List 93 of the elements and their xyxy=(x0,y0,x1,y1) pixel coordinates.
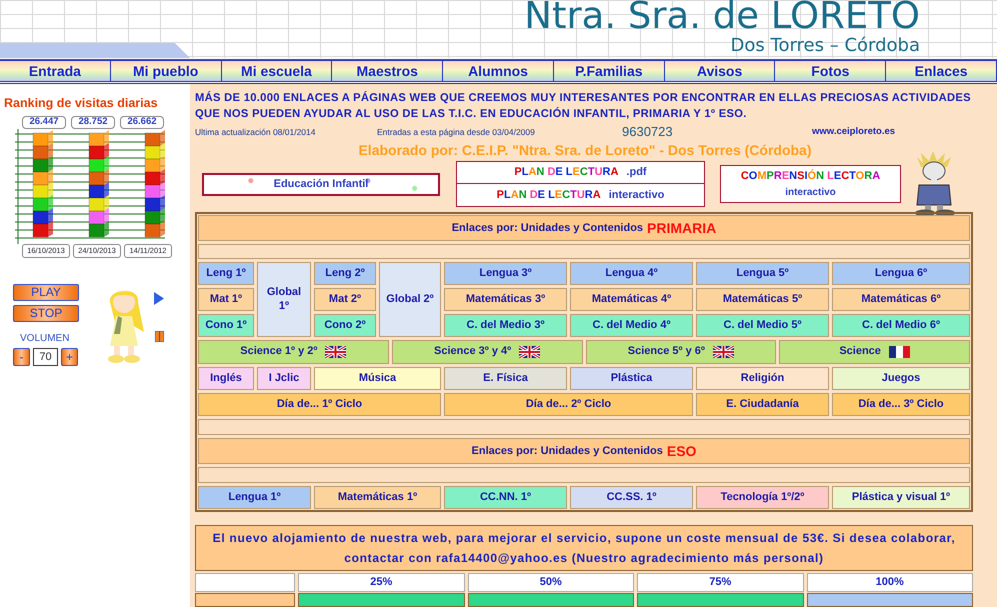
visit-counter: 26.662 xyxy=(120,116,164,129)
link-cell[interactable]: Science xyxy=(779,340,970,364)
link-cell[interactable]: Lengua 4º xyxy=(570,262,693,285)
volume-field[interactable]: 70 xyxy=(33,348,58,366)
link-cell[interactable]: Cono 1º xyxy=(198,314,254,337)
link-cell[interactable]: E. Ciudadanía xyxy=(696,393,829,416)
plan-title: PLAN DE LECTURA xyxy=(514,165,618,180)
link-cell[interactable]: C. del Medio 3º xyxy=(444,314,567,337)
link-cell[interactable]: CC.SS. 1º xyxy=(570,486,693,509)
volume-label: VOLUMEN xyxy=(19,332,70,346)
link-cell[interactable]: Plástica y visual 1º xyxy=(832,486,970,509)
site-title: Ntra. Sra. de LORETO xyxy=(524,0,920,36)
flag-icon xyxy=(712,346,734,358)
link-cell[interactable]: Science 5º y 6º xyxy=(586,340,776,364)
section-heading: Enlaces por: Unidades y Contenidos xyxy=(472,444,663,459)
link-cell[interactable]: E. Física xyxy=(444,367,567,390)
plan-pdf-link[interactable]: PLAN DE LECTURA .pdf xyxy=(456,161,705,184)
link-cell[interactable]: Día de... 1º Ciclo xyxy=(198,393,441,416)
link-cell[interactable]: Tecnología 1º/2º xyxy=(696,486,829,509)
link-cell[interactable]: Lengua 1º xyxy=(198,486,311,509)
plan-interactive-link[interactable]: PLAN DE LECTURA interactivo xyxy=(456,184,705,207)
ranking-title: Ranking de visitas diarias xyxy=(3,95,158,112)
link-cell[interactable]: Lengua 6º xyxy=(832,262,970,285)
site-subtitle: Dos Torres – Córdoba xyxy=(730,36,920,56)
play-icon[interactable] xyxy=(154,292,164,305)
link-cell[interactable]: C. del Medio 6º xyxy=(832,314,970,337)
nav-link[interactable]: Fotos xyxy=(775,61,886,81)
infantil-link[interactable]: Educación Infantil xyxy=(202,172,440,196)
visit-counter: 26.447 xyxy=(22,116,66,129)
link-cell[interactable]: Matemáticas 6º xyxy=(832,288,970,311)
link-cell[interactable]: Inglés xyxy=(198,367,254,390)
link-cell[interactable]: Matemáticas 3º xyxy=(444,288,567,311)
visits-since: Entradas a esta página desde 03/04/2009 xyxy=(377,126,536,139)
website-link[interactable]: www.ceiploreto.es xyxy=(812,124,896,139)
volume-down-button[interactable]: - xyxy=(13,348,30,366)
progress-cell: 75% xyxy=(637,573,804,592)
link-cell[interactable]: Leng 2º xyxy=(314,262,376,285)
pause-icon[interactable] xyxy=(154,330,164,342)
comprension-link[interactable]: COMPRENSIÓN LECTORA interactivo xyxy=(720,165,901,203)
flag-icon xyxy=(325,346,346,358)
link-cell[interactable]: Juegos xyxy=(832,367,970,390)
flag-icon xyxy=(519,346,540,358)
stage-label: ESO xyxy=(666,442,696,460)
nav-link[interactable]: Avisos xyxy=(664,61,776,81)
section-heading: Enlaces por: Unidades y Contenidos xyxy=(452,220,644,236)
link-cell[interactable]: Science 3º y 4º xyxy=(392,340,582,364)
format-label: .pdf xyxy=(626,165,647,180)
link-cell[interactable]: CC.NN. 1º xyxy=(444,486,567,509)
link-cell[interactable]: Global 1º xyxy=(257,262,311,337)
link-cell[interactable]: Mat 1º xyxy=(198,288,254,311)
link-cell[interactable]: Lengua 3º xyxy=(444,262,567,285)
format-label: interactivo xyxy=(608,188,664,203)
stop-button[interactable]: STOP xyxy=(13,304,79,322)
link-cell[interactable]: Plástica xyxy=(570,367,693,390)
link-cell[interactable]: Cono 2º xyxy=(314,314,376,337)
link-cell[interactable]: Música xyxy=(314,367,441,390)
nav-link[interactable]: Mi escuela xyxy=(222,61,332,81)
format-label: interactivo xyxy=(785,186,836,200)
credit-line: Elaborado por: C.E.I.P. "Ntra. Sra. de Loreto" - Dos Torres (Córdoba) xyxy=(357,141,813,159)
link-cell[interactable]: Lengua 5º xyxy=(696,262,829,285)
nav-link[interactable]: Mi pueblo xyxy=(110,61,222,81)
intro-text: MÁS DE 10.000 ENLACES A PÁGINAS WEB QUE CREEMOS MUY INTERESANTES POR ENCONTRAR EN ELLAS PRECIOSAS ACTIVIDADES QUE NOS PUEDEN AYUDAR AL USO DE LAS T.I.C. EN EDUCACIÓN INFANTIL, PRIMARIA Y 1º ESO. xyxy=(195,90,972,122)
progress-cell: 50% xyxy=(468,573,634,592)
flag-icon xyxy=(888,346,910,358)
nav-link[interactable]: Entrada xyxy=(0,61,111,81)
link-cell[interactable]: I Jclic xyxy=(257,367,311,390)
link-cell[interactable]: Leng 1º xyxy=(198,262,254,285)
stage-label: PRIMARIA xyxy=(647,218,716,238)
link-cell[interactable]: Día de... 3º Ciclo xyxy=(832,393,970,416)
nav-link[interactable]: P.Familias xyxy=(554,61,665,81)
link-cell[interactable]: Matemáticas 4º xyxy=(570,288,693,311)
link-cell[interactable]: Global 2º xyxy=(379,262,441,337)
plan-title: PLAN DE LECTURA xyxy=(496,188,601,203)
nav-link[interactable]: Alumnos xyxy=(443,61,554,81)
link-cell[interactable]: Matemáticas 1º xyxy=(314,486,441,509)
link-cell[interactable]: Matemáticas 5º xyxy=(696,288,829,311)
volume-up-button[interactable]: + xyxy=(61,348,78,366)
link-cell[interactable]: C. del Medio 5º xyxy=(696,314,829,337)
comprension-title: COMPRENSIÓN LECTORA xyxy=(740,168,880,184)
visit-counter: 28.752 xyxy=(71,116,115,129)
link-cell[interactable]: Mat 2º xyxy=(314,288,376,311)
link-cell[interactable]: C. del Medio 4º xyxy=(570,314,693,337)
progress-cell: 100% xyxy=(806,573,973,592)
visit-counter-value: 9630723 xyxy=(622,124,674,139)
link-cell[interactable]: Religión xyxy=(696,367,829,390)
link-cell[interactable]: Science 1º y 2º xyxy=(198,340,389,364)
nav-link[interactable]: Enlaces xyxy=(886,61,997,81)
link-cell[interactable]: Día de... 2º Ciclo xyxy=(444,393,693,416)
donation-message: El nuevo alojamiento de nuestra web, para mejorar el servicio, supone un coste mensual de 53€. Si desea colaborar, contactar con rafa14400@yahoo.es (Nuestro agradecimiento más personal) xyxy=(195,525,973,571)
progress-cell: 25% xyxy=(298,573,464,592)
last-update: Ultima actualización 08/01/2014 xyxy=(195,126,316,139)
play-button[interactable]: PLAY xyxy=(13,284,79,301)
nav-link[interactable]: Maestros xyxy=(332,61,444,81)
